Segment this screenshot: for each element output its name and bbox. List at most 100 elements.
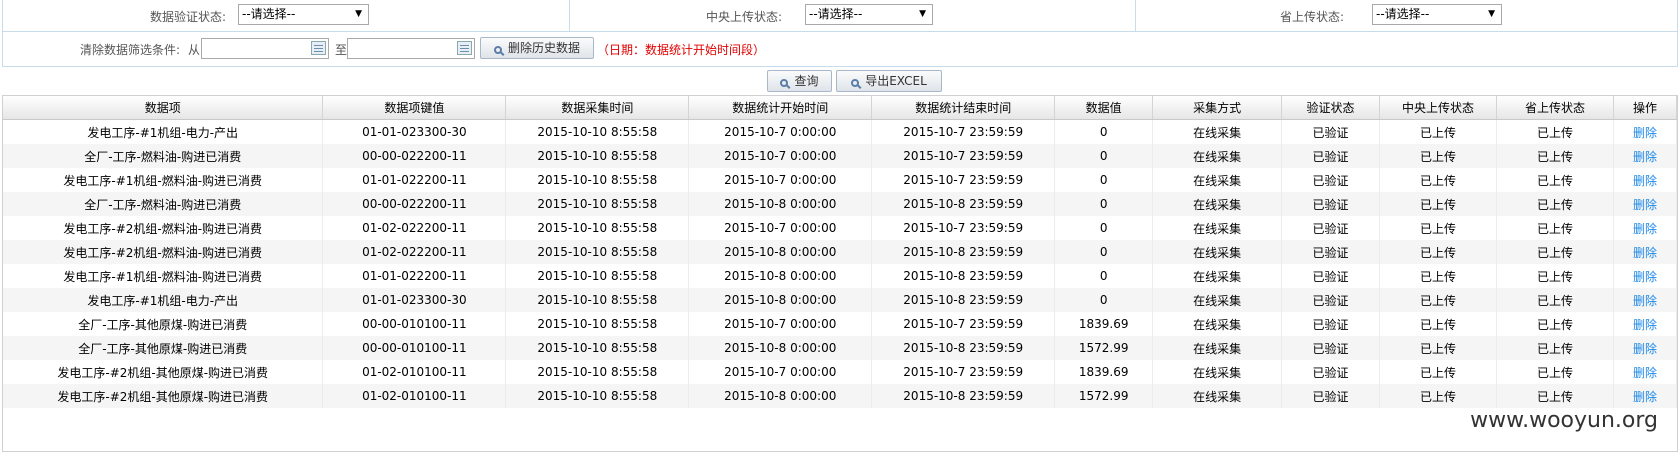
cell-method: 在线采集 — [1152, 168, 1283, 192]
table-header-row: 数据项 数据项键值 数据采集时间 数据统计开始时间 数据统计结束时间 数据值 采… — [3, 96, 1677, 120]
cell-province-status: 已上传 — [1496, 264, 1614, 288]
column-header[interactable]: 数据统计开始时间 — [688, 96, 873, 120]
delete-link[interactable]: 删除 — [1613, 119, 1677, 144]
cell-item: 发电工序-#2机组-燃料油-购进已消费 — [3, 240, 324, 264]
calendar-icon[interactable] — [311, 41, 326, 55]
delete-link[interactable]: 删除 — [1613, 264, 1677, 288]
table-row[interactable]: 发电工序-#1机组-燃料油-购进已消费 01-01-022200-11 2015-1… — [3, 264, 1677, 288]
table-row[interactable]: 全厂-工序-燃料油-购进已消费 00-00-022200-11 2015-10-10… — [3, 144, 1677, 168]
cell-item: 发电工序-#1机组-燃料油-购进已消费 — [3, 264, 324, 288]
cell-province-status: 已上传 — [1496, 288, 1614, 312]
delete-link[interactable]: 删除 — [1613, 312, 1677, 336]
column-header[interactable]: 数据值 — [1054, 96, 1154, 120]
cell-start-time: 2015-10-7 0:00:00 — [688, 144, 873, 168]
cell-end-time: 2015-10-7 23:59:59 — [871, 360, 1056, 384]
delete-link[interactable]: 删除 — [1613, 288, 1677, 312]
table-row[interactable]: 发电工序-#2机组-燃料油-购进已消费 01-02-022200-11 2015-1… — [3, 240, 1677, 264]
date-from-input[interactable] — [201, 38, 329, 59]
table-row[interactable]: 全厂-工序-燃料油-购进已消费 00-00-022200-11 2015-10-10… — [3, 192, 1677, 216]
table-row[interactable]: 发电工序-#1机组-电力-产出 01-01-023300-30 2015-10-10… — [3, 119, 1677, 144]
verify-status-select[interactable]: --请选择-- ▼ — [238, 4, 369, 25]
table-row[interactable]: 发电工序-#1机组-电力-产出 01-01-023300-30 2015-10-10… — [3, 288, 1677, 312]
cell-verify-status: 已验证 — [1281, 264, 1381, 288]
column-header[interactable]: 数据采集时间 — [505, 96, 690, 120]
cell-start-time: 2015-10-7 0:00:00 — [688, 119, 873, 144]
cell-item: 发电工序-#2机组-燃料油-购进已消费 — [3, 216, 324, 240]
cell-value: 1839.69 — [1054, 360, 1154, 384]
cell-start-time: 2015-10-7 0:00:00 — [688, 216, 873, 240]
delete-link[interactable]: 删除 — [1613, 144, 1677, 168]
export-excel-button[interactable]: 导出EXCEL — [836, 70, 942, 92]
calendar-icon[interactable] — [457, 41, 472, 55]
cell-end-time: 2015-10-8 23:59:59 — [871, 240, 1056, 264]
cell-collect-time: 2015-10-10 8:55:58 — [505, 240, 690, 264]
cell-method: 在线采集 — [1152, 336, 1283, 360]
cell-value: 1572.99 — [1054, 384, 1154, 408]
column-header[interactable]: 数据统计结束时间 — [871, 96, 1056, 120]
filter-row-status: 数据验证状态: --请选择-- ▼ 中央上传状态: --请选择-- ▼ 省上传状… — [3, 0, 1677, 32]
cell-central-status: 已上传 — [1379, 192, 1497, 216]
column-header[interactable]: 省上传状态 — [1496, 96, 1614, 120]
column-header[interactable]: 数据项键值 — [322, 96, 507, 120]
cell-start-time: 2015-10-8 0:00:00 — [688, 336, 873, 360]
column-header[interactable]: 中央上传状态 — [1379, 96, 1497, 120]
filter-panel: 数据验证状态: --请选择-- ▼ 中央上传状态: --请选择-- ▼ 省上传状… — [2, 0, 1678, 67]
cell-method: 在线采集 — [1152, 312, 1283, 336]
cell-province-status: 已上传 — [1496, 119, 1614, 144]
query-label: 查询 — [794, 74, 819, 88]
cell-verify-status: 已验证 — [1281, 288, 1381, 312]
cell-end-time: 2015-10-7 23:59:59 — [871, 216, 1056, 240]
query-button[interactable]: 查询 — [767, 70, 832, 92]
data-table: 数据项 数据项键值 数据采集时间 数据统计开始时间 数据统计结束时间 数据值 采… — [3, 96, 1677, 408]
cell-start-time: 2015-10-8 0:00:00 — [688, 264, 873, 288]
column-header[interactable]: 采集方式 — [1152, 96, 1283, 120]
cell-method: 在线采集 — [1152, 360, 1283, 384]
cell-verify-status: 已验证 — [1281, 336, 1381, 360]
table-row[interactable]: 发电工序-#2机组-其他原煤-购进已消费 01-02-010100-11 2015-… — [3, 384, 1677, 408]
cell-province-status: 已上传 — [1496, 240, 1614, 264]
delete-link[interactable]: 删除 — [1613, 192, 1677, 216]
cell-method: 在线采集 — [1152, 240, 1283, 264]
central-upload-cell: 中央上传状态: --请选择-- ▼ — [570, 0, 1136, 31]
cell-collect-time: 2015-10-10 8:55:58 — [505, 312, 690, 336]
table-row[interactable]: 全厂-工序-其他原煤-购进已消费 00-00-010100-11 2015-10-1… — [3, 312, 1677, 336]
verify-status-label: 数据验证状态: — [149, 10, 226, 24]
cell-method: 在线采集 — [1152, 144, 1283, 168]
date-to-input[interactable] — [347, 38, 475, 59]
cell-key: 01-02-010100-11 — [322, 384, 507, 408]
cell-item: 全厂-工序-燃料油-购进已消费 — [3, 192, 324, 216]
delete-history-button[interactable]: 删除历史数据 — [480, 37, 594, 59]
cell-start-time: 2015-10-7 0:00:00 — [688, 168, 873, 192]
province-upload-value: --请选择-- — [1376, 7, 1430, 21]
cell-start-time: 2015-10-8 0:00:00 — [688, 240, 873, 264]
central-upload-select[interactable]: --请选择-- ▼ — [805, 4, 933, 25]
cell-item: 发电工序-#2机组-其他原煤-购进已消费 — [3, 384, 324, 408]
delete-link[interactable]: 删除 — [1613, 384, 1677, 408]
cell-method: 在线采集 — [1152, 192, 1283, 216]
cell-value: 0 — [1054, 240, 1154, 264]
cell-item: 全厂-工序-其他原煤-购进已消费 — [3, 312, 324, 336]
table-row[interactable]: 全厂-工序-其他原煤-购进已消费 00-00-010100-11 2015-10-1… — [3, 336, 1677, 360]
delete-link[interactable]: 删除 — [1613, 168, 1677, 192]
table-row[interactable]: 发电工序-#1机组-燃料油-购进已消费 01-01-022200-11 2015-1… — [3, 168, 1677, 192]
cell-collect-time: 2015-10-10 8:55:58 — [505, 264, 690, 288]
cell-end-time: 2015-10-8 23:59:59 — [871, 192, 1056, 216]
delete-link[interactable]: 删除 — [1613, 216, 1677, 240]
cell-collect-time: 2015-10-10 8:55:58 — [505, 360, 690, 384]
delete-link[interactable]: 删除 — [1613, 240, 1677, 264]
column-header[interactable]: 验证状态 — [1281, 96, 1381, 120]
delete-link[interactable]: 删除 — [1613, 360, 1677, 384]
delete-link[interactable]: 删除 — [1613, 336, 1677, 360]
column-header: 操作 — [1613, 96, 1677, 120]
cell-value: 0 — [1054, 144, 1154, 168]
table-row[interactable]: 发电工序-#2机组-其他原煤-购进已消费 01-02-010100-11 2015-… — [3, 360, 1677, 384]
table-row[interactable]: 发电工序-#2机组-燃料油-购进已消费 01-02-022200-11 2015-1… — [3, 216, 1677, 240]
cell-start-time: 2015-10-8 0:00:00 — [688, 288, 873, 312]
province-upload-select[interactable]: --请选择-- ▼ — [1372, 4, 1502, 25]
cell-item: 发电工序-#1机组-电力-产出 — [3, 119, 324, 144]
cell-end-time: 2015-10-7 23:59:59 — [871, 312, 1056, 336]
column-header[interactable]: 数据项 — [3, 96, 324, 120]
verify-status-cell: 数据验证状态: --请选择-- ▼ — [3, 0, 570, 31]
search-icon — [493, 46, 502, 54]
cell-collect-time: 2015-10-10 8:55:58 — [505, 168, 690, 192]
